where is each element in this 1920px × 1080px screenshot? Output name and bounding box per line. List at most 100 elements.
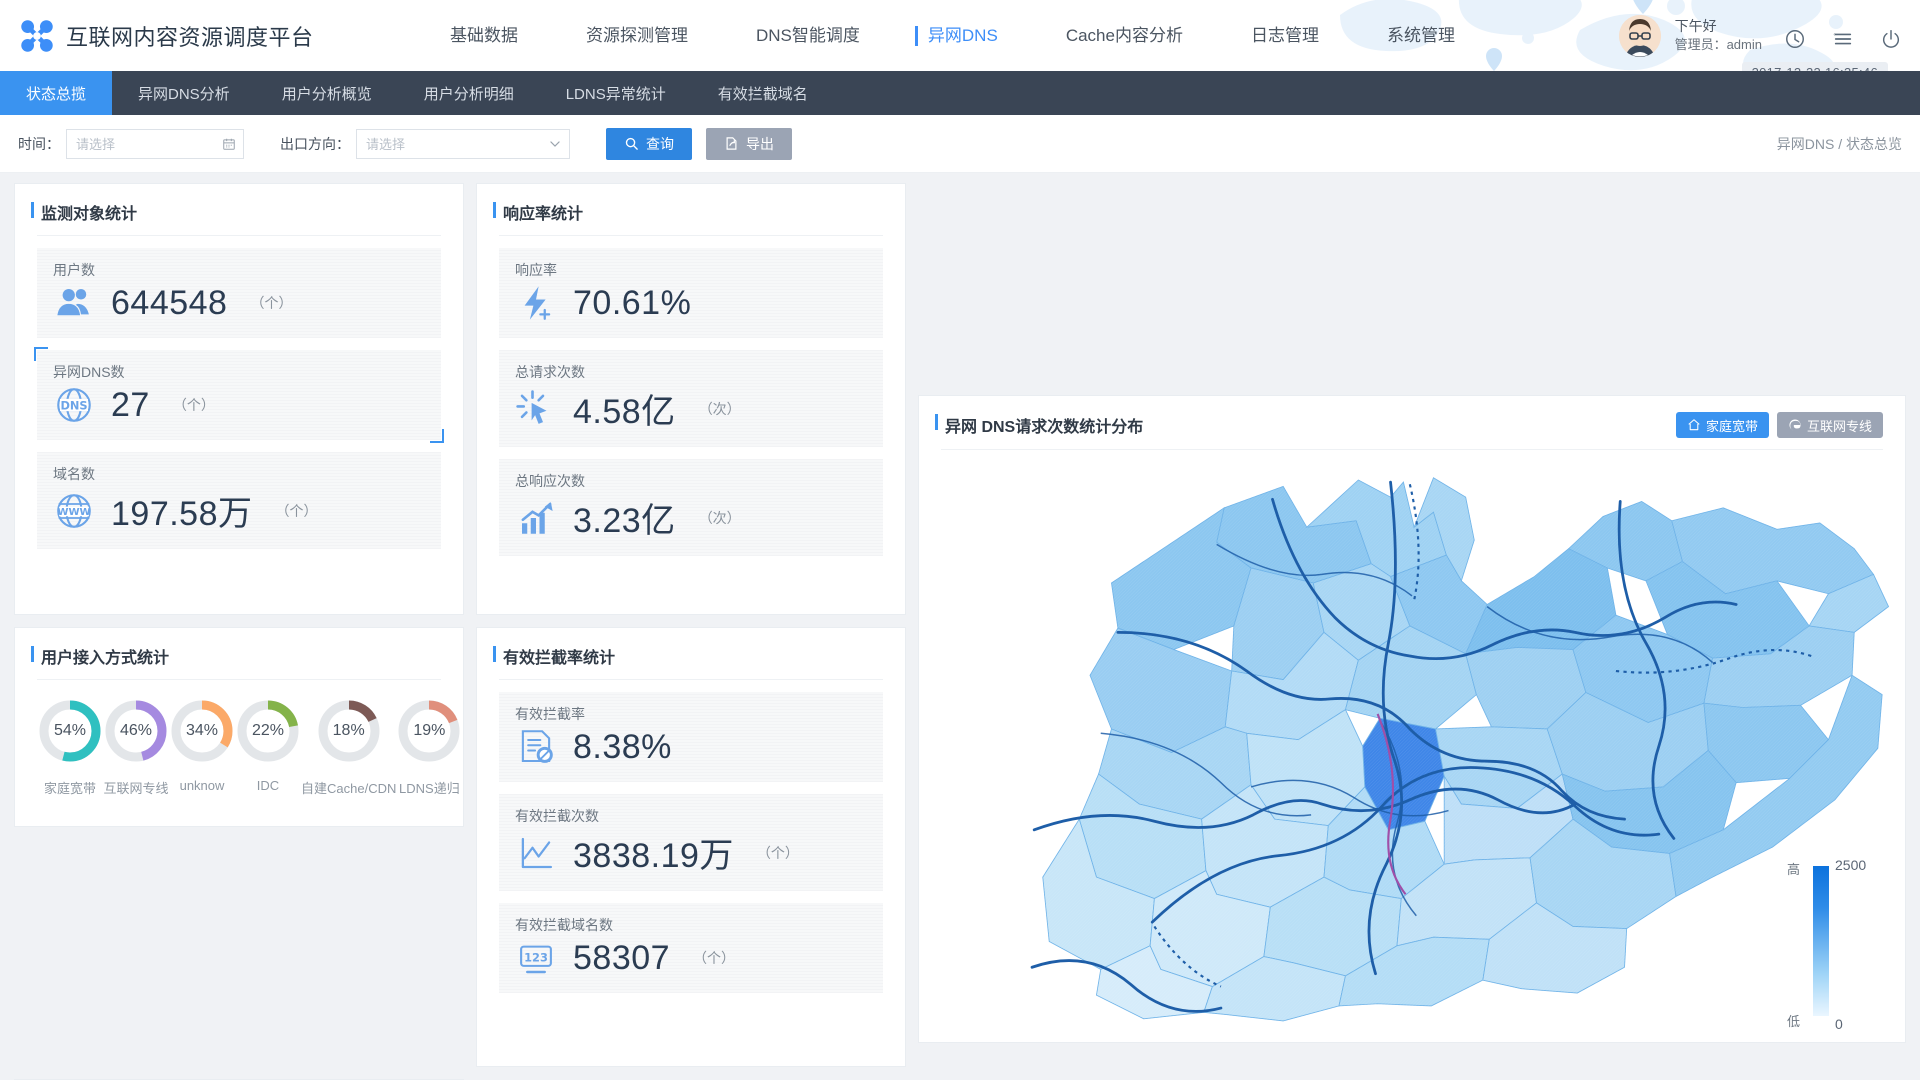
tab-ldns-anomaly-stats[interactable]: LDNS异常统计 <box>540 71 692 115</box>
donut-item-4[interactable]: 18% 自建Cache/CDN <box>301 698 396 797</box>
divider <box>37 235 441 236</box>
dns-globe-icon: DNS <box>57 388 91 422</box>
tab-user-analysis-detail[interactable]: 用户分析明细 <box>398 71 540 115</box>
donut-gauge: 19% <box>396 698 462 764</box>
history-clock-icon[interactable] <box>1784 28 1806 50</box>
nav-item-system-management[interactable]: 系统管理 <box>1367 24 1475 48</box>
donut-category-label: 第三方CDN <box>462 778 463 797</box>
nav-item-cache-analysis[interactable]: Cache内容分析 <box>1046 24 1203 48</box>
breadcrumb: 异网DNS / 状态总览 <box>1776 135 1902 152</box>
export-icon <box>726 137 737 150</box>
panel-monitor-body: 用户数 644548 （个） 异网DNS数 DNS 27 （个） 域名数 WWW… <box>15 236 463 614</box>
tile-value: 644548 <box>111 283 228 322</box>
tab-status-overview[interactable]: 状态总揽 <box>0 71 113 115</box>
avatar[interactable] <box>1618 14 1661 57</box>
tile-intercept-count[interactable]: 有效拦截次数 3838.19万 （个） <box>499 794 883 891</box>
svg-text:WWW: WWW <box>57 506 90 517</box>
export-button[interactable]: 导出 <box>706 127 792 160</box>
tile-intercept-domain-count[interactable]: 有效拦截域名数 123 58307 （个） <box>499 903 883 993</box>
tab-foreign-dns-analysis[interactable]: 异网DNS分析 <box>112 71 256 115</box>
donut-gauge: 54% <box>37 698 103 764</box>
donut-item-3[interactable]: 22% IDC <box>235 698 301 797</box>
tile-intercept-rate[interactable]: 有效拦截率 8.38% <box>499 692 883 782</box>
tile-foreign-dns-count[interactable]: 异网DNS数 DNS 27 （个） <box>34 347 444 443</box>
tile-user-count[interactable]: 用户数 644548 （个） <box>37 248 441 338</box>
donut-percent-label: 18% <box>332 722 365 739</box>
panel-map-title: 异网 DNS请求次数统计分布 <box>945 419 1144 436</box>
donut-category-label: IDC <box>256 778 280 793</box>
map-button-label: 互联网专线 <box>1806 418 1872 434</box>
divider <box>499 679 883 680</box>
tile-response-rate[interactable]: 响应率 70.61% <box>499 248 883 338</box>
tab-user-analysis-overview[interactable]: 用户分析概览 <box>256 71 398 115</box>
power-off-icon[interactable] <box>1880 28 1902 50</box>
page-title: 互联网内容资源调度平台 <box>66 24 314 50</box>
tile-value: 8.38% <box>573 727 672 766</box>
user-greeting: 下午好 <box>1674 17 1717 34</box>
panel-response-header: 响应率统计 <box>477 184 905 236</box>
dashboard-content: 监测对象统计 用户数 644548 （个） 异网DNS数 DNS 27 （个） … <box>0 173 1920 1080</box>
tile-total-requests[interactable]: 总请求次数 4.58亿 （次） <box>499 350 883 447</box>
molecule-logo-icon <box>21 19 53 52</box>
donut-percent-label: 54% <box>53 722 87 739</box>
tile-unit: （次） <box>698 509 741 526</box>
donut-category-label: 家庭宽带 <box>43 781 96 796</box>
nav-item-dns-scheduling[interactable]: DNS智能调度 <box>736 24 880 48</box>
number-123-icon: 123 <box>520 945 552 974</box>
time-input[interactable]: 请选择 <box>66 128 244 159</box>
nav-item-log-management[interactable]: 日志管理 <box>1231 24 1339 48</box>
svg-text:DNS: DNS <box>60 398 87 412</box>
map-texture <box>1025 475 1895 1032</box>
direction-field: 出口方向： 请选择 <box>280 128 570 159</box>
tile-unit: （个） <box>693 950 736 966</box>
donut-gauge: 34% <box>169 698 235 764</box>
query-button[interactable]: 查询 <box>606 127 692 160</box>
lightning-icon <box>524 286 551 320</box>
bar-trend-icon <box>521 501 553 534</box>
tile-label: 响应率 <box>515 262 557 278</box>
filter-bar: 时间： 请选择 出口方向： 请选择 查询 导出 异网DNS / 状态总览 <box>0 115 1920 173</box>
donut-svg <box>463 698 464 764</box>
tile-unit: （个） <box>172 397 215 413</box>
export-button-label: 导出 <box>746 135 774 152</box>
nav-item-foreign-dns[interactable]: 异网DNS <box>908 24 1018 48</box>
donut-item-1[interactable]: 46% 互联网专线 <box>103 698 169 797</box>
panel-response-body: 响应率 70.61% 总请求次数 4.58亿 （次） 总响应次数 3.23亿 （… <box>477 236 905 614</box>
divider <box>37 679 441 680</box>
map-button-home-broadband[interactable]: 家庭宽带 <box>1675 412 1769 438</box>
nav-item-resource-detection[interactable]: 资源探测管理 <box>566 24 708 48</box>
donut-item-5[interactable]: 19% LDNS递归 <box>396 698 462 797</box>
tab-valid-intercept-domains[interactable]: 有效拦截域名 <box>692 71 834 115</box>
donut-percent-label: 34% <box>185 722 219 739</box>
time-field: 时间： 请选择 <box>18 128 244 159</box>
calendar-icon <box>223 138 235 150</box>
map-button-internet-line[interactable]: 互联网专线 <box>1776 412 1883 438</box>
direction-select[interactable]: 请选择 <box>356 128 570 159</box>
panel-response-rate-stats: 响应率统计 响应率 70.61% 总请求次数 4.58亿 （次） 总响应次数 3… <box>476 183 906 615</box>
tile-label: 异网DNS数 <box>53 364 125 380</box>
legend-high-label: 高 <box>1787 862 1801 877</box>
donut-percent-label: 19% <box>413 722 446 739</box>
direction-label: 出口方向： <box>280 135 350 152</box>
direction-placeholder: 请选择 <box>366 137 406 152</box>
shandong-province-map[interactable] <box>929 456 1895 1032</box>
tile-total-responses[interactable]: 总响应次数 3.23亿 （次） <box>499 459 883 556</box>
tile-label: 域名数 <box>53 466 95 482</box>
tools-wrap: 2017-12-22 16:35:46 <box>1741 22 1902 71</box>
donut-item-2[interactable]: 34% unknow <box>169 698 235 797</box>
line-chart-icon <box>521 837 553 868</box>
donut-item-0[interactable]: 54% 家庭宽带 <box>37 698 103 797</box>
donut-item-6[interactable]: 11% 第三方CDN <box>462 698 464 797</box>
doc-block-icon <box>521 730 553 763</box>
brand: 互联网内容资源调度平台 <box>0 19 430 53</box>
panel-monitor-title: 监测对象统计 <box>41 206 138 223</box>
sub-navigation-tabs: 状态总揽 异网DNS分析 用户分析概览 用户分析明细 LDNS异常统计 有效拦截… <box>0 71 1920 115</box>
tile-domain-count[interactable]: 域名数 WWW 197.58万 （个） <box>37 452 441 549</box>
nav-item-basic-data[interactable]: 基础数据 <box>430 24 538 48</box>
donut-category-label: 自建Cache/CDN <box>301 781 397 796</box>
choropleth-map-area[interactable]: 高 低 2500 0 <box>919 450 1905 1042</box>
panel-intercept-title: 有效拦截率统计 <box>503 650 616 667</box>
map-filter-buttons: 家庭宽带 互联网专线 <box>1675 412 1883 438</box>
svg-text:123: 123 <box>524 951 548 965</box>
menu-list-icon[interactable] <box>1832 28 1854 50</box>
